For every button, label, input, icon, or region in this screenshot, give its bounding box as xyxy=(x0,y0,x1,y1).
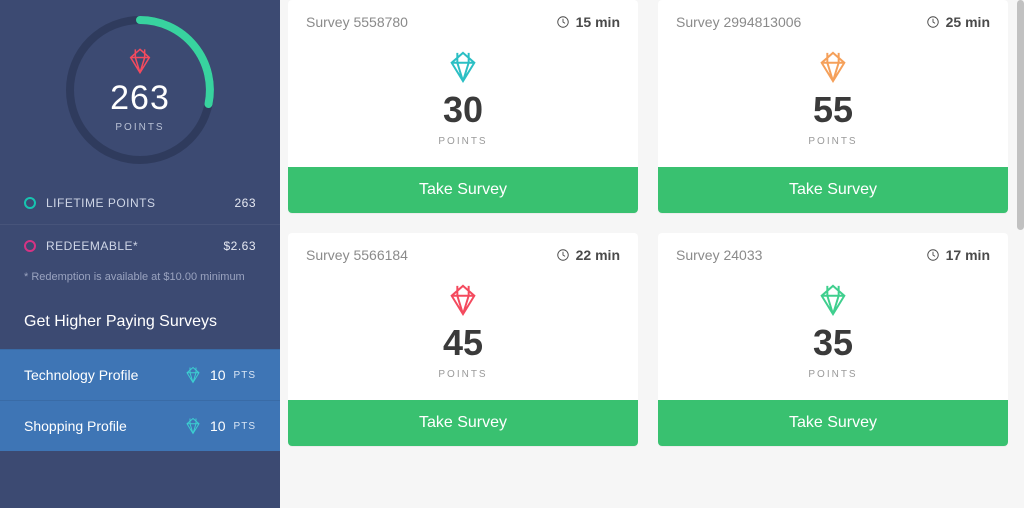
survey-points: 55 xyxy=(813,92,853,128)
clock-icon xyxy=(556,248,570,262)
points-label: POINTS xyxy=(115,122,164,133)
survey-points: 35 xyxy=(813,325,853,361)
survey-name: Survey 2994813006 xyxy=(676,14,801,30)
lifetime-points-label: LIFETIME POINTS xyxy=(46,196,156,210)
profile-shopping[interactable]: Shopping Profile 10 PTS xyxy=(0,400,280,451)
cta-heading: Get Higher Paying Surveys xyxy=(0,299,280,349)
survey-time: 15 min xyxy=(556,14,620,30)
survey-time: 22 min xyxy=(556,247,620,263)
clock-icon xyxy=(556,15,570,29)
diamond-icon xyxy=(446,50,480,84)
survey-card: Survey 24033 17 min 35 POINTS Take Surve… xyxy=(658,233,1008,446)
redeemable-row: REDEEMABLE* $2.63 xyxy=(0,224,280,267)
survey-points: 30 xyxy=(443,92,483,128)
take-survey-button[interactable]: Take Survey xyxy=(658,167,1008,213)
points-value: 263 xyxy=(110,79,170,118)
survey-points-label: POINTS xyxy=(438,136,487,147)
take-survey-button[interactable]: Take Survey xyxy=(288,400,638,446)
profile-pts-label: PTS xyxy=(234,370,256,381)
diamond-icon xyxy=(816,283,850,317)
survey-points-label: POINTS xyxy=(438,369,487,380)
survey-points: 45 xyxy=(443,325,483,361)
survey-name: Survey 5558780 xyxy=(306,14,408,30)
survey-time: 25 min xyxy=(926,14,990,30)
scrollbar-track xyxy=(1017,0,1024,508)
survey-name: Survey 5566184 xyxy=(306,247,408,263)
lifetime-points-value: 263 xyxy=(234,196,256,210)
clock-icon xyxy=(926,248,940,262)
redeemable-value: $2.63 xyxy=(223,239,256,253)
survey-card: Survey 2994813006 25 min 55 POINTS Take … xyxy=(658,0,1008,213)
lifetime-points-row: LIFETIME POINTS 263 xyxy=(0,182,280,224)
profile-points: 10 xyxy=(210,367,226,383)
diamond-icon xyxy=(184,366,202,384)
survey-card: Survey 5558780 15 min 30 POINTS Take Sur… xyxy=(288,0,638,213)
profile-points: 10 xyxy=(210,418,226,434)
points-circle: 263 POINTS xyxy=(60,10,220,170)
survey-points-label: POINTS xyxy=(808,136,857,147)
diamond-icon xyxy=(446,283,480,317)
sidebar: 263 POINTS LIFETIME POINTS 263 REDEEMABL… xyxy=(0,0,280,508)
survey-grid-area: Survey 5558780 15 min 30 POINTS Take Sur… xyxy=(280,0,1024,508)
take-survey-button[interactable]: Take Survey xyxy=(288,167,638,213)
redemption-footnote: * Redemption is available at $10.00 mini… xyxy=(0,267,280,299)
redeemable-label: REDEEMABLE* xyxy=(46,239,138,253)
profile-label: Shopping Profile xyxy=(24,418,127,434)
profile-technology[interactable]: Technology Profile 10 PTS xyxy=(0,349,280,400)
diamond-icon xyxy=(816,50,850,84)
ring-icon xyxy=(24,240,36,252)
ring-icon xyxy=(24,197,36,209)
survey-card: Survey 5566184 22 min 45 POINTS Take Sur… xyxy=(288,233,638,446)
scrollbar-thumb[interactable] xyxy=(1017,0,1024,230)
profile-label: Technology Profile xyxy=(24,367,138,383)
diamond-icon xyxy=(126,47,154,75)
survey-name: Survey 24033 xyxy=(676,247,762,263)
diamond-icon xyxy=(184,417,202,435)
clock-icon xyxy=(926,15,940,29)
survey-points-label: POINTS xyxy=(808,369,857,380)
survey-time: 17 min xyxy=(926,247,990,263)
take-survey-button[interactable]: Take Survey xyxy=(658,400,1008,446)
profile-pts-label: PTS xyxy=(234,421,256,432)
